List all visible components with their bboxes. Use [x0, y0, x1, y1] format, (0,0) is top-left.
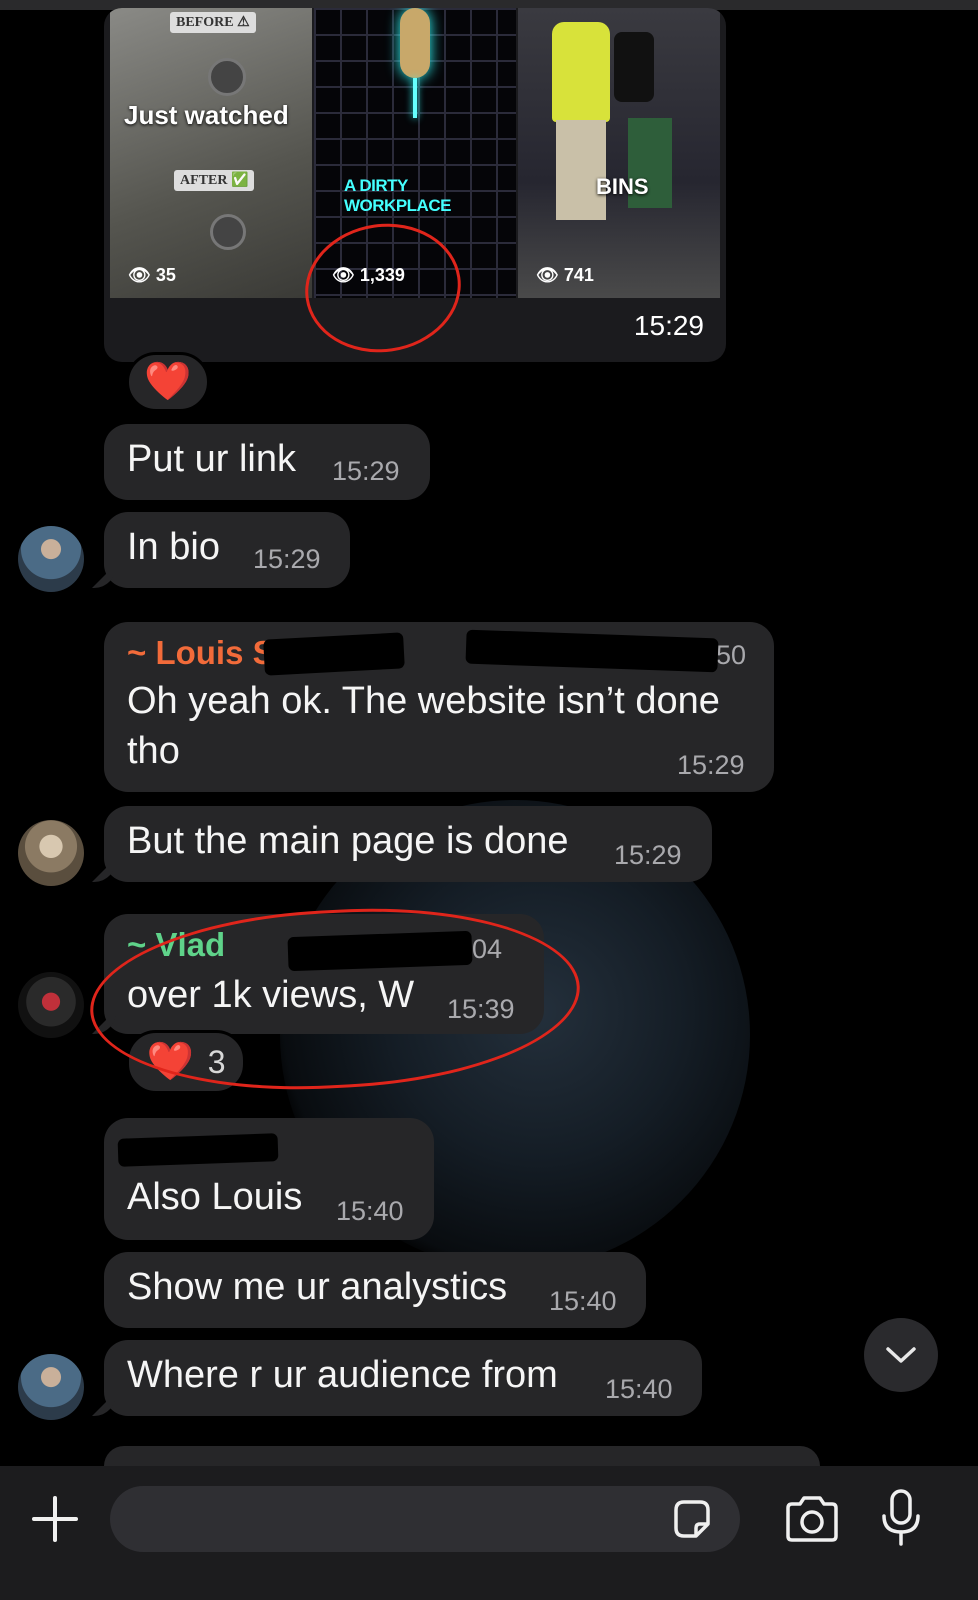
- avatar[interactable]: [18, 972, 84, 1038]
- plus-icon[interactable]: [30, 1494, 80, 1544]
- avatar[interactable]: [18, 1354, 84, 1420]
- view-count: 👁 741: [536, 265, 594, 285]
- message-text: Oh yeah ok. The website isn’t done: [127, 680, 720, 722]
- message-text: Put ur link: [127, 438, 296, 480]
- brush-handle: [413, 78, 417, 118]
- before-tag: BEFORE ⚠: [170, 12, 256, 33]
- thumb-caption: BINS: [596, 174, 649, 199]
- eye-icon: 👁: [128, 265, 156, 285]
- message-time: 15:29: [633, 310, 704, 341]
- message-bubble[interactable]: Where r ur audience from 15:40: [104, 1340, 702, 1416]
- message-text: tho: [127, 730, 180, 772]
- message-bubble[interactable]: Show me ur analystics 15:40: [104, 1252, 646, 1328]
- redaction: [117, 1133, 279, 1167]
- worker-legs: [556, 120, 606, 220]
- message-time: 15:29: [253, 544, 321, 574]
- message-bubble[interactable]: In bio 15:29: [104, 512, 350, 588]
- message-bubble[interactable]: But the main page is done 15:29: [104, 806, 712, 882]
- avatar[interactable]: [18, 820, 84, 886]
- redaction: [263, 632, 405, 676]
- message-text: But the main page is done: [127, 820, 569, 862]
- reaction-pill[interactable]: ❤️: [126, 352, 210, 412]
- thumb-caption: A DIRTY WORKPLACE: [344, 176, 451, 215]
- message-time: 15:29: [614, 840, 682, 870]
- sender-name: ~ Louis S: [127, 634, 275, 671]
- drain-icon: [210, 214, 246, 250]
- message-time: 15:29: [332, 456, 400, 486]
- composer-bar: [0, 1466, 978, 1600]
- thumbnail-bins[interactable]: BINS 👁 741: [518, 8, 720, 298]
- message-time: 15:40: [336, 1196, 404, 1226]
- trash-bag: [614, 32, 654, 102]
- microphone-icon[interactable]: [880, 1488, 922, 1548]
- worker-figure: [552, 22, 610, 122]
- redaction: [465, 629, 719, 673]
- camera-icon[interactable]: [784, 1496, 840, 1542]
- message-bubble[interactable]: ~ Louis S 50 Oh yeah ok. The website isn…: [104, 622, 774, 792]
- avatar[interactable]: [18, 526, 84, 592]
- scroll-to-bottom-button[interactable]: [864, 1318, 938, 1392]
- drain-icon: [208, 58, 246, 96]
- message-time: 15:40: [605, 1374, 673, 1404]
- eye-icon: 👁: [536, 265, 564, 285]
- view-count: 👁 35: [128, 265, 176, 285]
- thumbnail-sink[interactable]: BEFORE ⚠ Just watched AFTER ✅ 👁 35: [110, 8, 312, 298]
- thumb-caption: Just watched: [124, 100, 289, 130]
- message-text: Show me ur analystics: [127, 1266, 508, 1308]
- message-time: 15:40: [549, 1286, 617, 1316]
- message-bubble[interactable]: Put ur link 15:29: [104, 424, 430, 500]
- chevron-down-icon: [886, 1347, 916, 1363]
- message-text: Where r ur audience from: [127, 1354, 558, 1396]
- heart-icon: ❤️: [144, 361, 192, 403]
- brush-icon: [400, 8, 430, 78]
- message-bubble[interactable]: – Also Louis 15:40: [104, 1118, 434, 1240]
- sender-phone: 50: [716, 640, 747, 670]
- after-tag: AFTER ✅: [174, 170, 255, 191]
- sticker-icon[interactable]: [670, 1498, 714, 1542]
- message-input[interactable]: [110, 1486, 740, 1552]
- message-time: 15:29: [677, 750, 745, 780]
- message-text: Also Louis: [127, 1176, 303, 1218]
- message-text: In bio: [127, 526, 220, 568]
